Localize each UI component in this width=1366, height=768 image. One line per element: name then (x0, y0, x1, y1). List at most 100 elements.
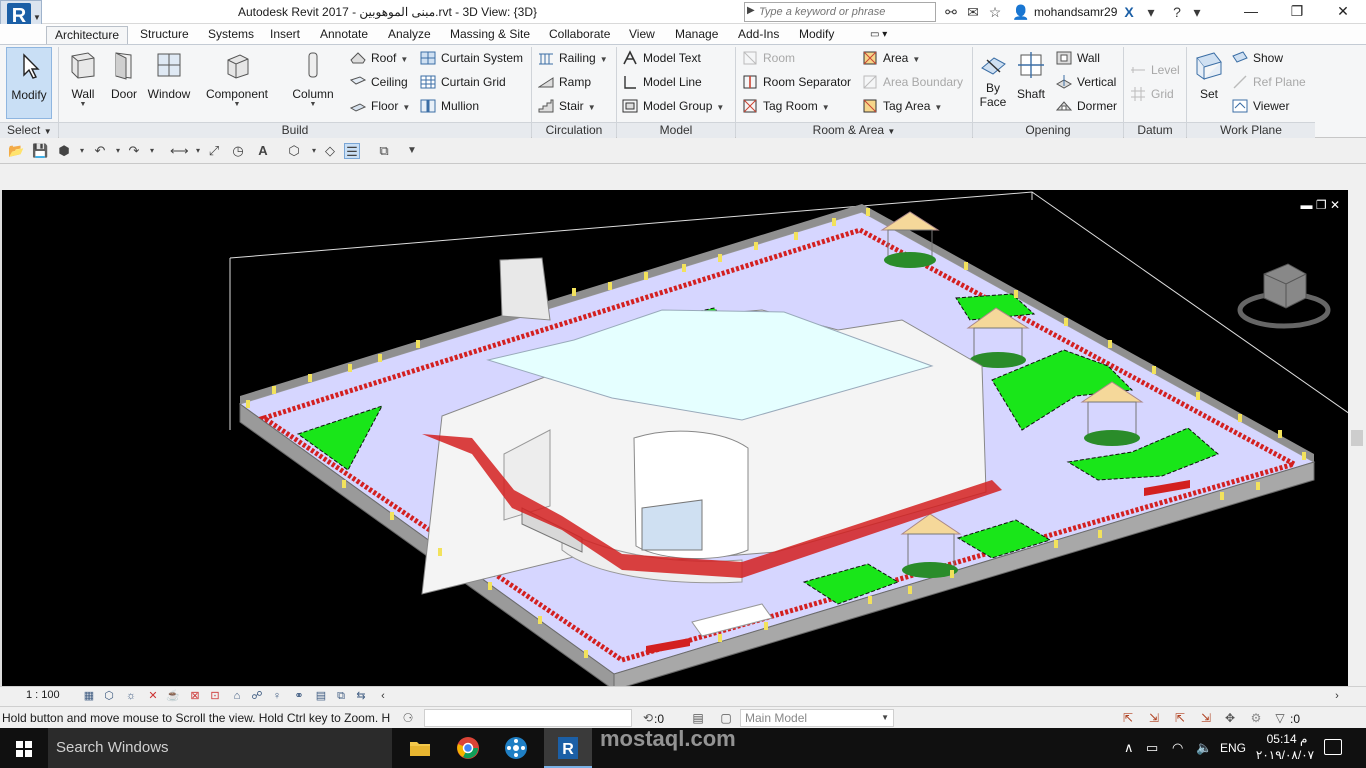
media-player-taskbar-button[interactable] (492, 728, 540, 768)
close-button[interactable]: ✕ (1320, 0, 1366, 24)
section-icon[interactable]: ◇ (322, 143, 338, 159)
search-box[interactable]: ▶ (744, 2, 936, 22)
start-button[interactable] (0, 728, 48, 768)
exchange-icon[interactable]: X (1120, 3, 1138, 21)
view-scale[interactable]: 1 : 100 (26, 689, 60, 701)
select-by-face-icon[interactable]: ⇲ (1198, 710, 1214, 726)
worksharing-icon[interactable]: ⚭ (292, 689, 306, 703)
search-input[interactable] (759, 4, 933, 20)
minimize-view-icon[interactable]: ▬ (1300, 198, 1312, 212)
door-button[interactable]: Door (106, 47, 142, 119)
curtain-grid-button[interactable]: Curtain Grid (420, 73, 506, 93)
wall-opening-button[interactable]: Wall (1056, 49, 1100, 69)
curtain-system-button[interactable]: Curtain System (420, 49, 523, 69)
floor-button[interactable]: Floor ▼ (350, 97, 410, 117)
window-button[interactable]: Window (144, 47, 194, 119)
restore-view-icon[interactable]: ❐ (1316, 198, 1327, 212)
revit-taskbar-button[interactable]: R (544, 728, 592, 768)
taskbar-search[interactable]: Search Windows (48, 728, 392, 768)
column-button[interactable]: Column ▼ (288, 47, 338, 119)
main-model-select[interactable]: Main Model ▼ (740, 709, 894, 727)
tab-annotate[interactable]: Annotate (312, 26, 376, 44)
room-area-dropdown[interactable]: Room & Area ▼ (736, 122, 972, 138)
close-hidden-windows-icon[interactable]: ⧉ (376, 143, 392, 159)
select-links-icon[interactable]: ⇱ (1120, 710, 1136, 726)
reveal-hidden-icon[interactable]: ♀ (270, 689, 284, 703)
roof-button[interactable]: Roof ▼ (350, 49, 408, 69)
chevron-down-icon[interactable]: ▾ (306, 143, 322, 159)
component-button[interactable]: Component ▼ (202, 47, 272, 119)
lock-view-icon[interactable]: ⌂ (230, 689, 244, 703)
room-button[interactable]: Room (742, 49, 795, 69)
chrome-taskbar-button[interactable] (444, 728, 492, 768)
tab-analyze[interactable]: Analyze (380, 26, 439, 44)
battery-icon[interactable]: ▭ (1146, 740, 1158, 756)
tab-modify[interactable]: Modify (791, 26, 842, 44)
design-options-icon[interactable]: ▤ (690, 710, 706, 726)
ref-plane-button[interactable]: Ref Plane (1232, 73, 1306, 93)
highlight-displacement-icon[interactable]: ⧉ (334, 689, 348, 703)
chevron-down-icon[interactable]: ▾ (74, 143, 90, 159)
shadows-icon[interactable]: ✕ (146, 689, 160, 703)
dormer-button[interactable]: Dormer (1056, 97, 1117, 117)
set-work-plane-button[interactable]: Set (1192, 47, 1226, 119)
minimize-button[interactable]: — (1228, 0, 1274, 24)
redo-icon[interactable]: ↷ (126, 143, 142, 159)
tab-massing-site[interactable]: Massing & Site (442, 26, 538, 44)
aligned-dimension-icon[interactable]: ⤢ (206, 143, 222, 159)
modify-button[interactable]: Modify (6, 47, 52, 119)
crop-view-icon[interactable]: ⊠ (188, 689, 202, 703)
language-indicator[interactable]: ENG (1220, 741, 1246, 755)
scroll-left-icon[interactable]: ‹ (376, 689, 390, 703)
filter-icon[interactable]: ▽ (1272, 710, 1288, 726)
maximize-button[interactable]: ❐ (1274, 0, 1320, 24)
temporary-hide-icon[interactable]: ☍ (250, 689, 264, 703)
scroll-right-icon[interactable]: › (1330, 689, 1344, 703)
area-boundary-button[interactable]: Area Boundary (862, 73, 963, 93)
area-button[interactable]: Area ▼ (862, 49, 920, 69)
open-icon[interactable]: 📂 (8, 143, 24, 159)
wifi-icon[interactable]: ◠ (1172, 740, 1183, 756)
stair-button[interactable]: Stair ▼ (538, 97, 596, 117)
tab-architecture[interactable]: Architecture (46, 26, 129, 44)
render-icon[interactable]: ☕ (166, 689, 180, 703)
thin-lines-icon[interactable]: ☰ (344, 143, 360, 159)
tag-icon[interactable]: ◷ (230, 143, 246, 159)
star-icon[interactable]: ☆ (986, 3, 1004, 21)
constraints-icon[interactable]: ⇆ (354, 689, 368, 703)
select-dropdown[interactable]: Select ▼ (0, 122, 58, 138)
measure-icon[interactable]: ⟷ (170, 143, 189, 159)
detail-level-icon[interactable]: ▦ (82, 689, 96, 703)
show-work-plane-button[interactable]: Show (1232, 49, 1283, 69)
model-group-button[interactable]: Model Group ▼ (622, 97, 724, 117)
level-button[interactable]: Level (1130, 61, 1180, 81)
communication-icon[interactable]: ✉ (964, 3, 982, 21)
clock-time[interactable]: 05:14 م (1262, 732, 1312, 746)
railing-button[interactable]: Railing ▼ (538, 49, 608, 69)
tab-manage[interactable]: Manage (667, 26, 726, 44)
text-icon[interactable]: A (255, 143, 271, 159)
drag-elements-icon[interactable]: ✥ (1222, 710, 1238, 726)
tag-area-button[interactable]: Tag Area ▼ (862, 97, 942, 117)
expand-arrow-icon[interactable]: ▶ (747, 5, 755, 16)
tab-collaborate[interactable]: Collaborate (541, 26, 618, 44)
chevron-down-icon[interactable]: ▾ (144, 143, 160, 159)
tab-add-ins[interactable]: Add-Ins (730, 26, 787, 44)
ceiling-button[interactable]: Ceiling (350, 73, 408, 93)
show-crop-region-icon[interactable]: ⊡ (208, 689, 222, 703)
press-drag-icon[interactable]: ⚆ (400, 710, 416, 726)
mullion-button[interactable]: Mullion (420, 97, 479, 117)
tab-view[interactable]: View (621, 26, 663, 44)
volume-icon[interactable]: 🔈 (1196, 740, 1212, 756)
analytical-model-icon[interactable]: ▤ (314, 689, 328, 703)
grid-button[interactable]: Grid (1130, 85, 1174, 105)
show-hidden-icons-icon[interactable]: ∧ (1124, 740, 1134, 756)
chevron-down-icon[interactable]: ▾ (1188, 3, 1206, 21)
by-face-button[interactable]: By Face (976, 47, 1010, 119)
select-underlay-icon[interactable]: ⇲ (1146, 710, 1162, 726)
sync-icon[interactable]: ⬢ (56, 143, 72, 159)
ramp-button[interactable]: Ramp (538, 73, 591, 93)
vertical-scrollbar[interactable] (1348, 190, 1366, 686)
chevron-down-icon[interactable]: ▾ (190, 143, 206, 159)
clock-date[interactable]: ٢٠١٩/٠٨/٠٧ (1252, 748, 1318, 762)
